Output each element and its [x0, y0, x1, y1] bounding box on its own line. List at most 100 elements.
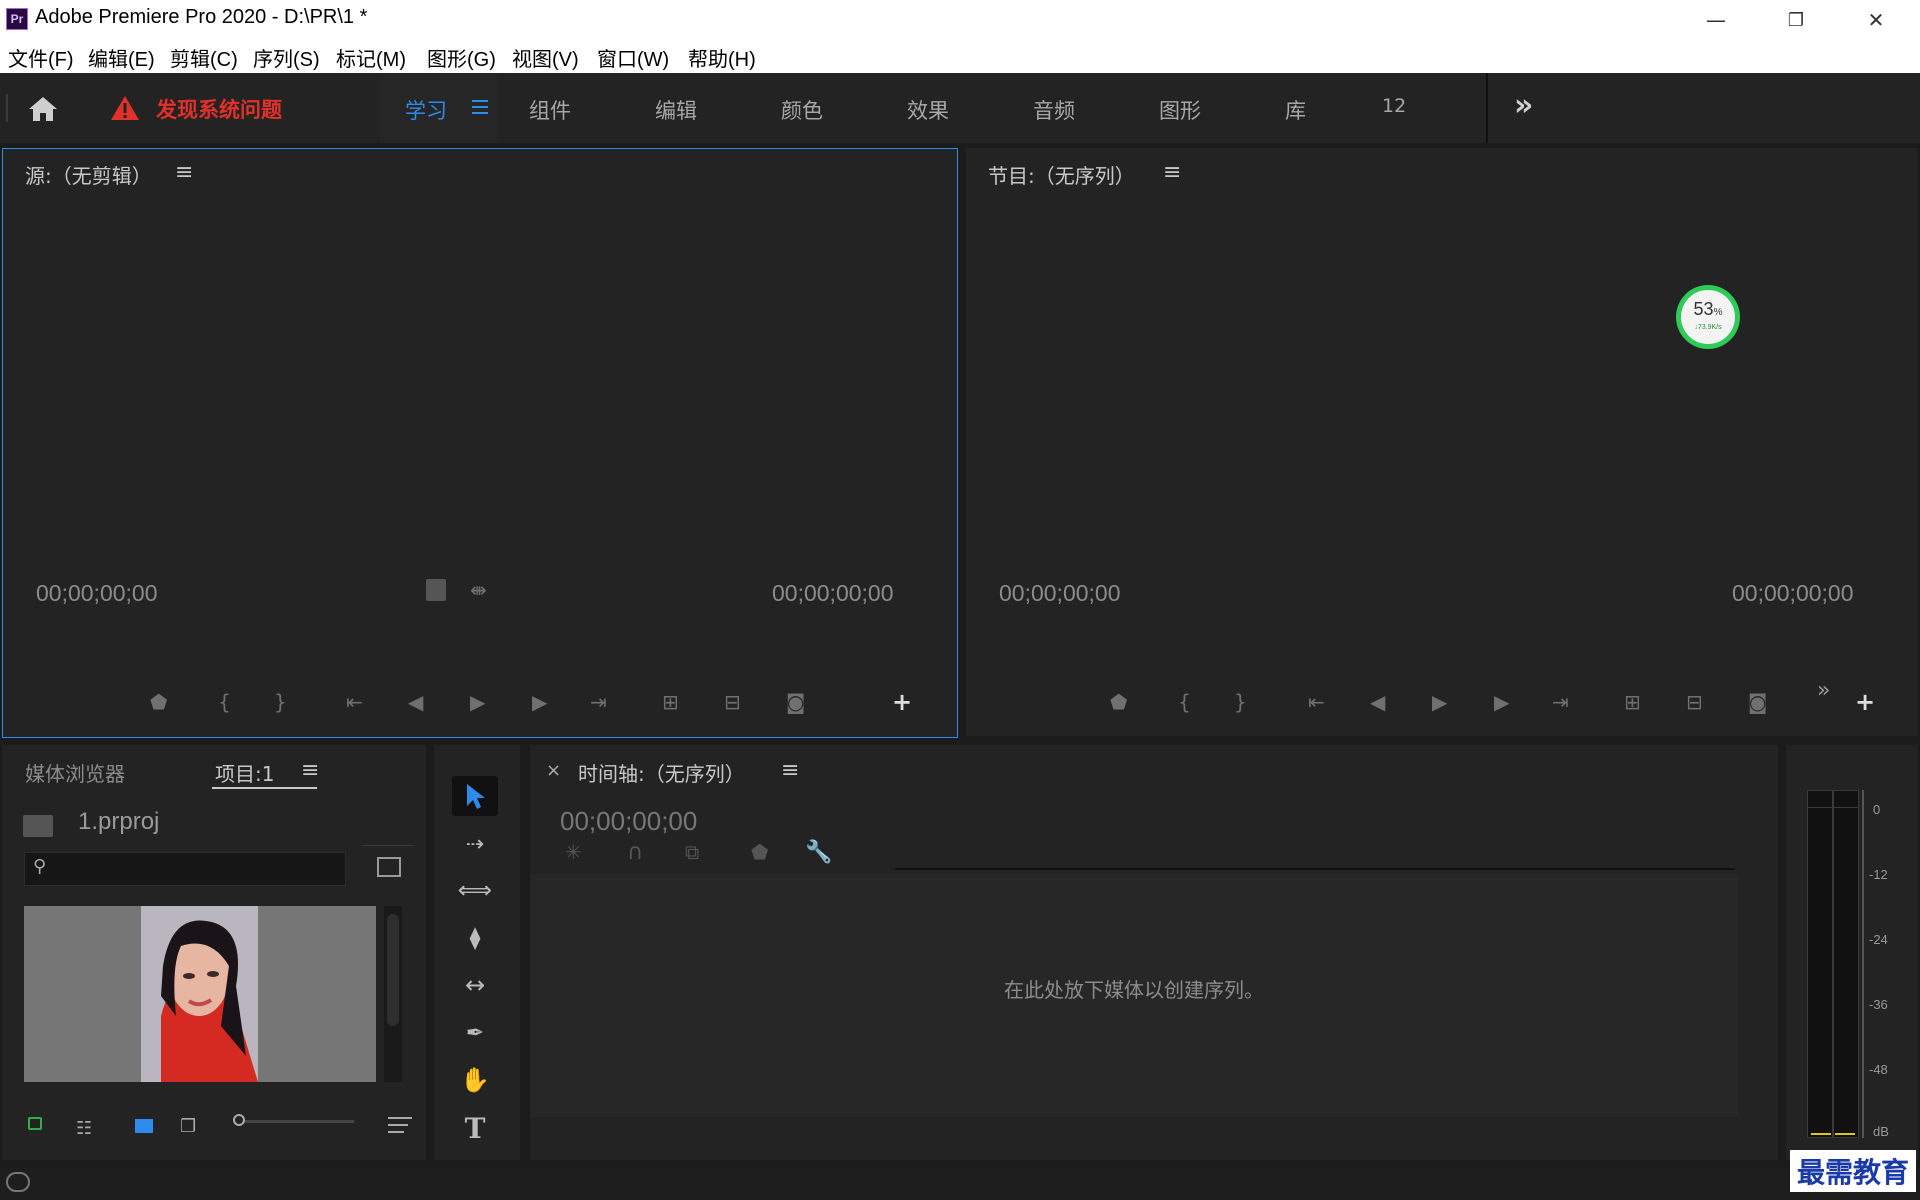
creative-cloud-icon[interactable]: [6, 1172, 30, 1192]
meter-label-48: -48: [1869, 1062, 1888, 1077]
minimize-button[interactable]: —: [1686, 4, 1746, 36]
time-ruler-line: [895, 868, 1735, 870]
meter-label-0: 0: [1873, 802, 1881, 817]
tab-menu-icon[interactable]: [472, 100, 488, 114]
pen-tool[interactable]: ✒: [452, 1013, 498, 1053]
program-timecode-in[interactable]: 00;00;00;00: [999, 580, 1121, 607]
menu-marker[interactable]: 标记(M): [336, 43, 406, 72]
close-button[interactable]: ✕: [1846, 4, 1906, 36]
drag-audio-icon[interactable]: ⇼: [470, 578, 487, 602]
play-icon[interactable]: ▶: [1432, 690, 1447, 714]
mark-in-icon[interactable]: {: [218, 690, 231, 714]
timeline-close-icon[interactable]: ×: [546, 760, 561, 781]
insert-icon[interactable]: ⊞: [662, 690, 679, 714]
timeline-panel-menu-icon[interactable]: ≡: [781, 758, 799, 783]
selection-tool[interactable]: [452, 776, 498, 816]
source-monitor-title[interactable]: 源:（无剪辑）: [25, 160, 152, 189]
button-editor-icon[interactable]: +: [892, 688, 912, 716]
export-frame-icon[interactable]: ◙: [1748, 690, 1767, 714]
lock-icon[interactable]: [28, 1117, 42, 1130]
timeline-timecode[interactable]: 00;00;00;00: [560, 806, 697, 837]
menu-file[interactable]: 文件(F): [8, 43, 74, 72]
tab-learn[interactable]: 学习: [405, 95, 447, 125]
hand-tool[interactable]: ✋: [452, 1060, 498, 1100]
tab-media-browser[interactable]: 媒体浏览器: [25, 758, 125, 787]
ripple-edit-tool[interactable]: ⟺: [452, 870, 498, 910]
add-marker-icon[interactable]: ⬟: [150, 690, 167, 714]
add-marker-icon[interactable]: ⬟: [751, 840, 768, 864]
tab-audio[interactable]: 音频: [1033, 95, 1075, 125]
tab-editing[interactable]: 编辑: [655, 95, 697, 125]
find-icon[interactable]: [377, 857, 401, 877]
mark-out-icon[interactable]: }: [274, 690, 287, 714]
menu-graphics[interactable]: 图形(G): [427, 43, 496, 72]
system-issue-link[interactable]: 发现系统问题: [156, 94, 282, 124]
timeline-title[interactable]: 时间轴:（无序列）: [578, 758, 745, 787]
track-select-tool[interactable]: ⇢: [452, 824, 498, 864]
drag-video-icon[interactable]: [426, 579, 446, 601]
extract-icon[interactable]: ⊟: [1686, 690, 1703, 714]
restore-button[interactable]: ❐: [1766, 4, 1826, 36]
menu-clip[interactable]: 剪辑(C): [170, 43, 238, 72]
project-scrollbar[interactable]: [384, 906, 402, 1082]
icon-view-icon[interactable]: [135, 1119, 153, 1133]
step-forward-icon[interactable]: ▶: [532, 690, 547, 714]
tab-effects[interactable]: 效果: [907, 95, 949, 125]
export-frame-icon[interactable]: ◙: [786, 690, 805, 714]
net-percent-unit: %: [1713, 307, 1723, 318]
go-to-in-icon[interactable]: ⇤: [346, 690, 363, 714]
linked-selection-icon[interactable]: ⧉: [685, 840, 699, 864]
slip-tool[interactable]: ↔: [452, 965, 498, 1005]
meter-peak-right: [1835, 1133, 1855, 1135]
zoom-slider-handle[interactable]: [233, 1114, 245, 1126]
step-back-icon[interactable]: ◀: [408, 690, 423, 714]
timeline-empty-message: 在此处放下媒体以创建序列。: [1004, 978, 1264, 1002]
project-panel-menu-icon[interactable]: ≡: [301, 758, 319, 783]
play-icon[interactable]: ▶: [470, 690, 485, 714]
razor-tool[interactable]: ⧫: [452, 918, 498, 958]
snap-icon[interactable]: ∩: [627, 840, 643, 865]
go-to-out-icon[interactable]: ⇥: [590, 690, 607, 714]
zoom-slider[interactable]: [233, 1114, 354, 1126]
project-search-input[interactable]: ⚲: [24, 852, 346, 886]
go-to-out-icon[interactable]: ⇥: [1552, 690, 1569, 714]
type-tool[interactable]: T: [452, 1108, 498, 1148]
tab-assembly[interactable]: 组件: [529, 95, 571, 125]
bar-divider: [6, 94, 8, 122]
network-speed-widget[interactable]: 53% ↓73.9K/s: [1676, 285, 1740, 349]
menu-help[interactable]: 帮助(H): [688, 43, 756, 72]
list-view-icon[interactable]: ☷: [76, 1118, 92, 1139]
source-panel-menu-icon[interactable]: ≡: [175, 160, 193, 185]
go-to-in-icon[interactable]: ⇤: [1308, 690, 1325, 714]
step-back-icon[interactable]: ◀: [1370, 690, 1385, 714]
button-editor-icon[interactable]: +: [1855, 688, 1875, 716]
workspace-overflow-button[interactable]: »: [1514, 88, 1533, 123]
mark-out-icon[interactable]: }: [1234, 690, 1247, 714]
tab-libraries[interactable]: 库: [1285, 95, 1306, 125]
menu-view[interactable]: 视图(V): [512, 43, 579, 72]
overwrite-icon[interactable]: ⊟: [724, 690, 741, 714]
source-timecode-in[interactable]: 00;00;00;00: [36, 580, 158, 607]
step-forward-icon[interactable]: ▶: [1494, 690, 1509, 714]
nest-icon[interactable]: ✳: [565, 840, 582, 864]
home-icon[interactable]: [26, 92, 60, 130]
sort-icon[interactable]: [388, 1117, 412, 1133]
program-overflow-button[interactable]: »: [1817, 678, 1830, 703]
menu-edit[interactable]: 编辑(E): [88, 43, 155, 72]
freeform-view-icon[interactable]: ❐: [180, 1116, 196, 1137]
mark-in-icon[interactable]: {: [1178, 690, 1191, 714]
tab-project[interactable]: 项目:1: [215, 758, 274, 787]
media-thumbnail[interactable]: [24, 906, 376, 1082]
menu-window[interactable]: 窗口(W): [597, 43, 669, 72]
wrench-icon[interactable]: 🔧: [805, 840, 832, 865]
program-monitor-title[interactable]: 节目:（无序列）: [988, 160, 1135, 189]
project-file-name: 1.prproj: [78, 808, 160, 835]
lift-icon[interactable]: ⊞: [1624, 690, 1641, 714]
tab-color[interactable]: 颜色: [781, 95, 823, 125]
add-marker-icon[interactable]: ⬟: [1110, 690, 1127, 714]
program-panel-menu-icon[interactable]: ≡: [1163, 160, 1181, 185]
workspace-bar: [0, 73, 1920, 143]
tab-graphics[interactable]: 图形: [1159, 95, 1201, 125]
menu-sequence[interactable]: 序列(S): [253, 43, 320, 72]
tab-12[interactable]: 12: [1382, 95, 1406, 117]
